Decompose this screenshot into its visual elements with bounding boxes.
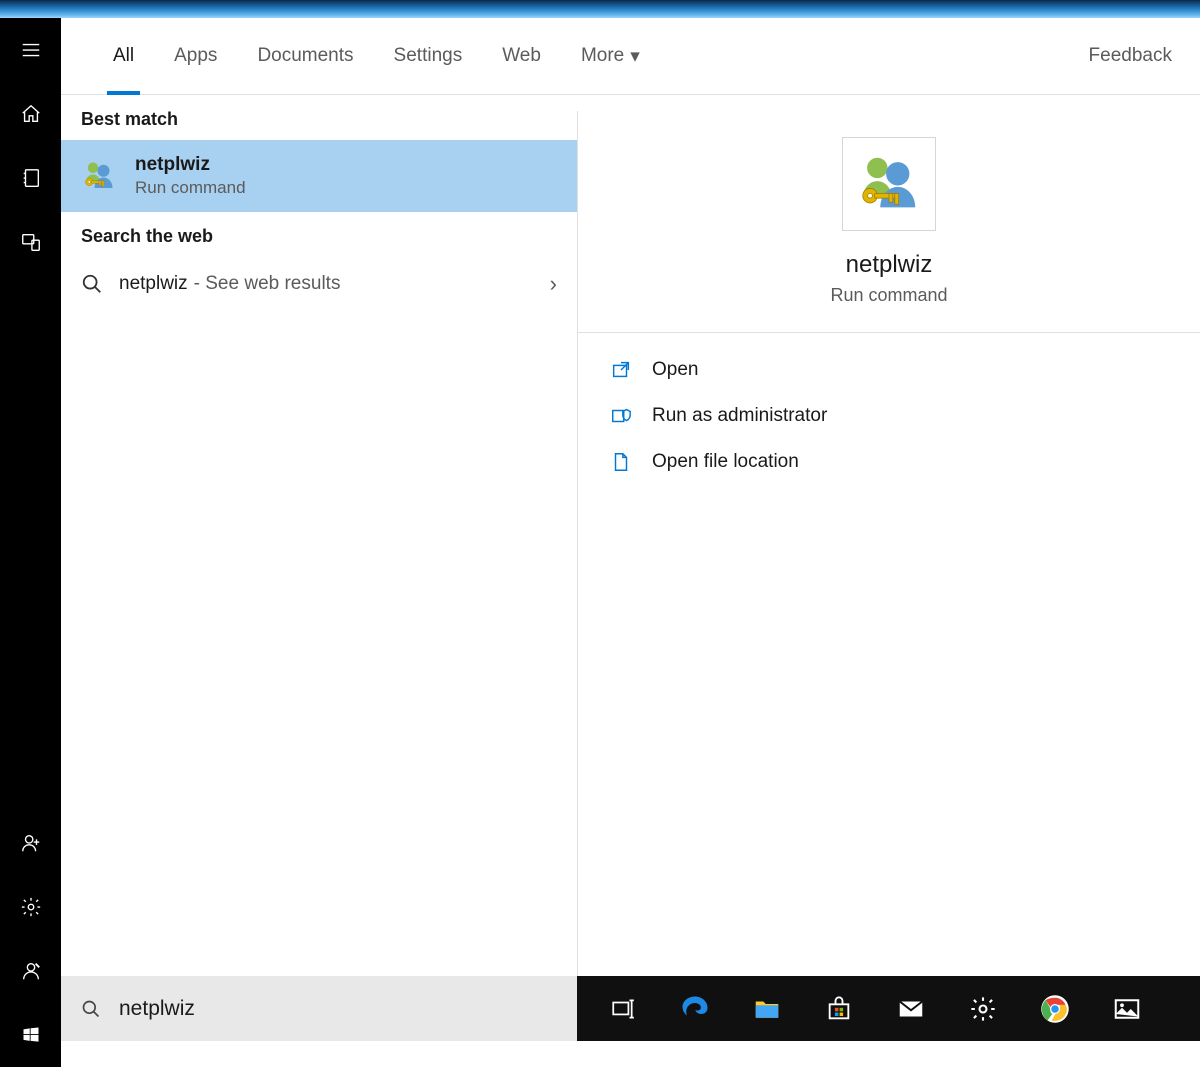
tab-label: Apps [174, 45, 217, 67]
windows-start-icon[interactable] [0, 1003, 61, 1067]
start-left-rail [0, 18, 61, 1067]
action-label: Run as administrator [652, 405, 827, 427]
file-explorer-icon[interactable] [745, 987, 789, 1031]
action-open-file-location[interactable]: Open file location [602, 439, 1176, 485]
results-column: Best match netplwiz Run command Search t… [61, 95, 577, 976]
action-label: Open file location [652, 451, 799, 473]
action-run-as-admin[interactable]: Run as administrator [602, 393, 1176, 439]
preview-title: netplwiz [846, 251, 933, 279]
preview-subtitle: Run command [830, 285, 947, 306]
result-title: netplwiz [135, 154, 246, 176]
add-user-icon[interactable] [0, 811, 61, 875]
mail-icon[interactable] [889, 987, 933, 1031]
open-icon [610, 359, 632, 381]
tab-apps[interactable]: Apps [154, 18, 237, 94]
netplwiz-icon [854, 149, 924, 219]
section-search-web: Search the web [61, 212, 577, 257]
search-bar[interactable] [61, 976, 577, 1041]
tab-label: All [113, 45, 134, 67]
preview-column: netplwiz Run command Open Run as adminis… [577, 111, 1200, 976]
best-match-result[interactable]: netplwiz Run command [61, 140, 577, 212]
tab-web[interactable]: Web [482, 18, 561, 94]
tab-label: Documents [257, 45, 353, 67]
web-search-result[interactable]: netplwiz - See web results › [61, 257, 577, 311]
feedback-link[interactable]: Feedback [1089, 45, 1172, 67]
chevron-right-icon: › [550, 271, 557, 297]
folder-location-icon [610, 451, 632, 473]
edge-browser-icon[interactable] [673, 987, 717, 1031]
web-hint: - See web results [194, 273, 341, 295]
shield-run-icon [610, 405, 632, 427]
user-icon[interactable] [0, 939, 61, 1003]
tab-settings[interactable]: Settings [374, 18, 483, 94]
search-icon [81, 273, 103, 295]
settings-gear-icon[interactable] [961, 987, 1005, 1031]
tab-label: Settings [394, 45, 463, 67]
search-icon [81, 999, 101, 1019]
devices-icon[interactable] [0, 210, 61, 274]
action-open[interactable]: Open [602, 347, 1176, 393]
tab-label: Web [502, 45, 541, 67]
section-best-match: Best match [61, 95, 577, 140]
hamburger-icon[interactable] [0, 18, 61, 82]
task-view-icon[interactable] [601, 987, 645, 1031]
home-icon[interactable] [0, 82, 61, 146]
search-scope-tabs: All Apps Documents Settings Web More ▾ F… [61, 18, 1200, 95]
search-panel: All Apps Documents Settings Web More ▾ F… [61, 18, 1200, 976]
netplwiz-icon [81, 158, 117, 194]
chevron-down-icon: ▾ [630, 45, 640, 68]
result-subtitle: Run command [135, 178, 246, 198]
tab-more[interactable]: More ▾ [561, 18, 660, 94]
action-label: Open [652, 359, 698, 381]
tab-all[interactable]: All [93, 18, 154, 94]
gear-icon[interactable] [0, 875, 61, 939]
search-input[interactable] [117, 996, 557, 1022]
web-query: netplwiz [119, 273, 188, 295]
desktop-background-sliver [0, 0, 1200, 18]
photos-icon[interactable] [1105, 987, 1149, 1031]
chrome-browser-icon[interactable] [1033, 987, 1077, 1031]
taskbar [577, 976, 1200, 1041]
preview-icon [842, 137, 936, 231]
tab-documents[interactable]: Documents [237, 18, 373, 94]
tab-label: More [581, 45, 624, 67]
notebook-icon[interactable] [0, 146, 61, 210]
microsoft-store-icon[interactable] [817, 987, 861, 1031]
